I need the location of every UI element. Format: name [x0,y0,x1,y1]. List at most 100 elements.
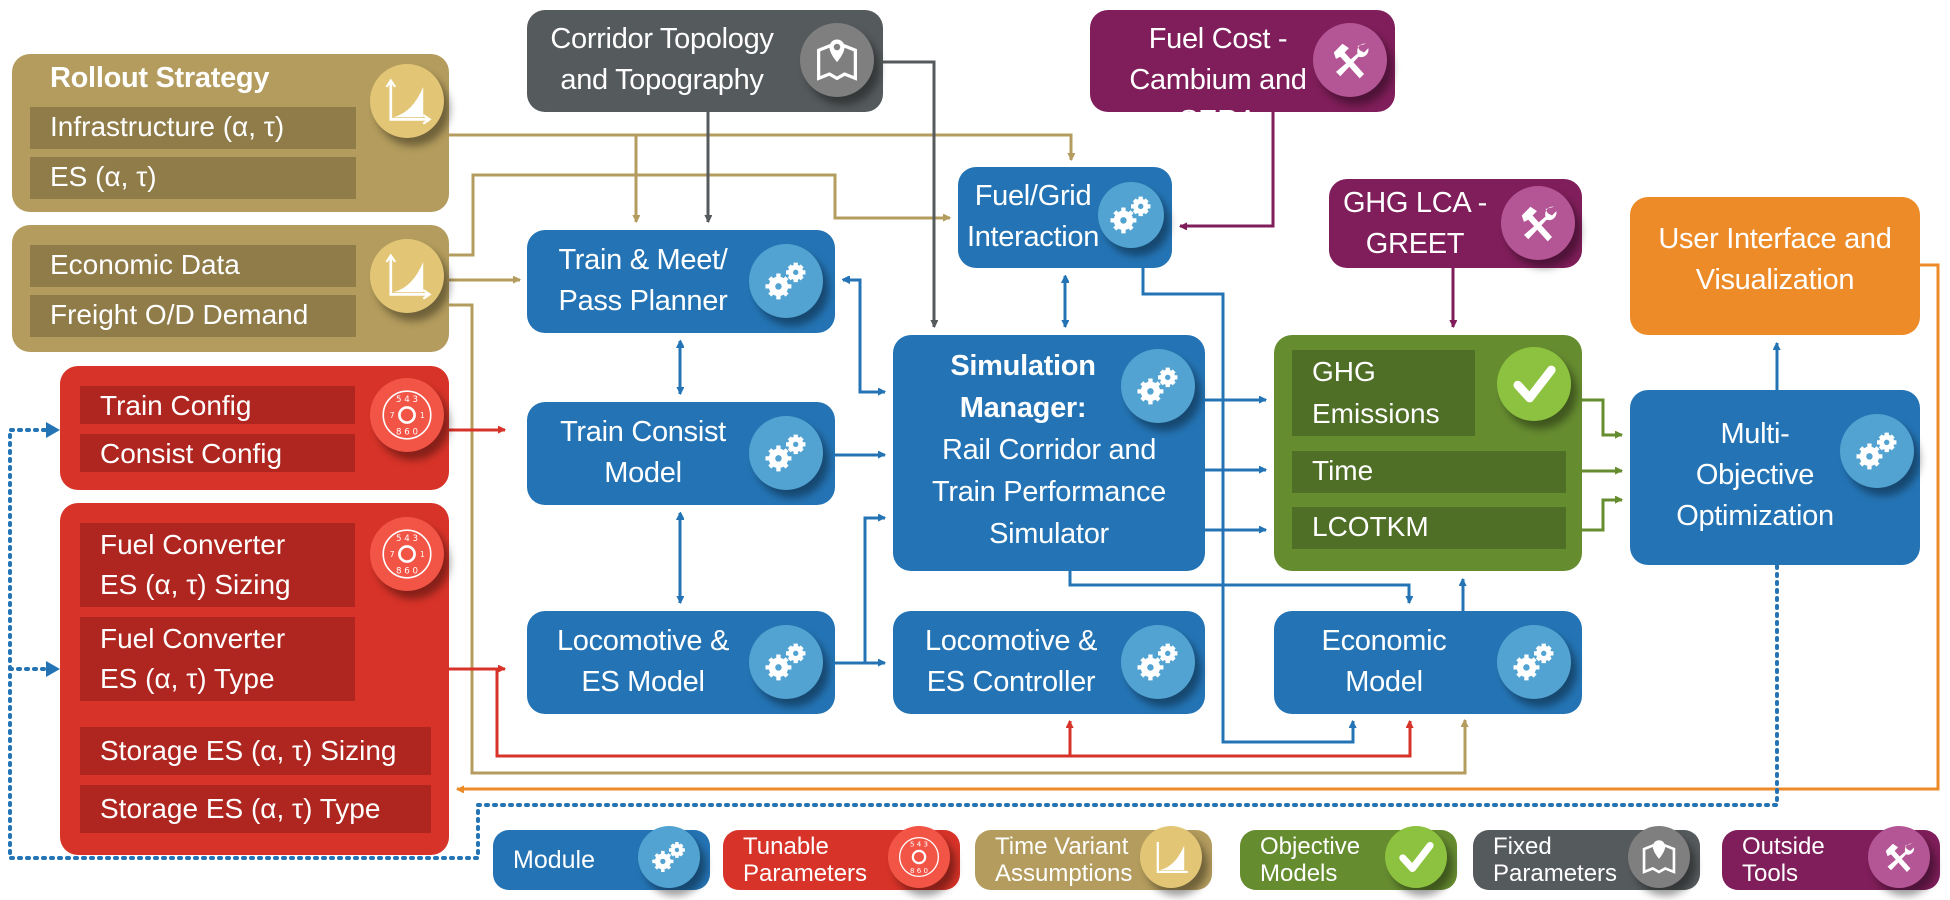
sim-manager-line3: Rail Corridor and [941,434,1157,466]
time-row: Time [1292,451,1566,493]
legend-objective: Objective Models [1240,826,1457,890]
gears-icon [1121,349,1195,423]
ui-line1: User Interface and [1658,223,1892,255]
train-meet-label: Train & Meet/ Pass Planner [533,240,753,322]
svg-text:8 6 0: 8 6 0 [396,427,418,437]
locomotive-es-model-box[interactable]: Locomotive & ES Model [527,611,835,714]
ghg-lca-box[interactable]: GHG LCA - GREET [1329,179,1582,268]
legend-fixed-label: Fixed Parameters [1493,833,1618,887]
multi-obj-line2: Objective [1695,459,1815,491]
economic-model-label: Economic Model [1284,621,1484,703]
legend-outside-label: Outside Tools [1742,833,1825,887]
checkmark-icon [1497,347,1571,421]
train-consist-label: Train Consist Model [533,412,753,494]
time-variant-graph-icon [370,239,444,313]
corridor-topology-label: Corridor Topology and Topography [537,19,787,101]
legend-objective-label: Objective Models [1260,833,1361,887]
train-meet-pass-planner-box[interactable]: Train & Meet/ Pass Planner [527,230,835,333]
train-consist-line2: Model [604,457,682,489]
legend-time-variant-label: Time Variant Assumptions [995,833,1133,887]
sim-manager-line2: Manager: [959,392,1087,424]
economic-data-row: Economic Data [30,245,356,287]
fuel-converter-sizing-line2: ES (α, τ) Sizing [100,569,291,600]
sim-manager-line5: Simulator [989,518,1109,550]
gears-icon [1098,182,1164,248]
economic-line2: Model [1345,666,1423,698]
gears-icon [749,416,823,490]
locomotive-es-controller-box[interactable]: Locomotive & ES Controller [893,611,1205,714]
svg-text:1: 1 [420,411,425,420]
ghg-lca-label: GHG LCA - GREET [1335,183,1495,265]
svg-text:8 6 0: 8 6 0 [910,866,928,875]
ghg-lca-line1: GHG LCA - [1343,187,1487,219]
corridor-topology-box[interactable]: Corridor Topology and Topography [527,10,883,112]
svg-text:5 4 3: 5 4 3 [396,395,418,405]
gears-icon [749,625,823,699]
fuel-converter-sizing-line1: Fuel Converter [100,529,286,560]
freight-demand-row: Freight O/D Demand [30,295,356,337]
loco-controller-label: Locomotive & ES Controller [901,621,1121,703]
ghg-emissions-row: GHG Emissions [1292,350,1475,436]
rollout-row-es: ES (α, τ) [30,157,356,199]
fuel-converter-type-row: Fuel Converter ES (α, τ) Type [80,617,355,701]
fuel-cost-line1: Fuel Cost - [1148,23,1288,55]
loco-model-line2: ES Model [581,666,705,698]
svg-text:5 4 3: 5 4 3 [396,534,418,544]
simulation-manager-box[interactable]: Simulation Manager: Rail Corridor and Tr… [893,335,1205,571]
loco-controller-line1: Locomotive & [924,625,1098,657]
fuel-converter-config-box[interactable]: Fuel Converter ES (α, τ) Sizing Fuel Con… [60,503,449,855]
rollout-strategy-box[interactable]: Rollout Strategy Infrastructure (α, τ) E… [12,54,449,212]
consist-config-row: Consist Config [80,434,355,472]
storage-type-row: Storage ES (α, τ) Type [80,785,431,833]
train-config-row: Train Config [80,386,355,424]
multi-obj-line1: Multi- [1720,418,1790,450]
fuel-converter-type-line1: Fuel Converter [100,623,286,654]
loco-model-label: Locomotive & ES Model [533,621,753,703]
tunable-dial-icon: 5 4 3 8 6 07 1 [370,378,444,452]
user-interface-box[interactable]: User Interface and Visualization [1630,197,1920,335]
sim-manager-label: Simulation Manager: [903,345,1143,429]
corridor-line1: Corridor Topology [550,23,774,55]
economic-model-box[interactable]: Economic Model [1274,611,1582,714]
fuel-grid-label: Fuel/Grid Interaction [958,176,1108,258]
svg-text:8 6 0: 8 6 0 [396,566,418,576]
fuel-grid-interaction-box[interactable]: Fuel/Grid Interaction [958,167,1172,268]
legend-time-variant: Time Variant Assumptions [975,826,1212,890]
multi-objective-optimization-box[interactable]: Multi- Objective Optimization [1630,390,1920,565]
fuel-cost-label: Fuel Cost - Cambium and SERA [1098,19,1338,142]
fuel-cost-box[interactable]: Fuel Cost - Cambium and SERA [1090,10,1395,137]
sim-manager-sublabel: Rail Corridor and Train Performance Simu… [893,429,1205,555]
wire-ghg-to-multiobj [1582,398,1622,435]
fuel-grid-line1: Fuel/Grid [974,180,1092,212]
fuel-converter-sizing-row: Fuel Converter ES (α, τ) Sizing [80,523,355,607]
time-variant-graph-icon [370,64,444,138]
gears-icon [1840,414,1914,488]
legend-fixed: Fixed Parameters [1473,826,1700,890]
gears-icon [1497,625,1571,699]
wire-loco-simmgr [863,518,885,663]
wire-trainmeet-simmgr [843,280,885,392]
ghg-line2: Emissions [1312,398,1440,429]
svg-text:1: 1 [420,550,425,559]
wire-simmgr-to-economic [1068,571,1409,603]
train-meet-line1: Train & Meet/ [558,244,728,276]
train-config-box[interactable]: Train Config Consist Config 5 4 3 8 6 07 1 [60,366,449,490]
storage-sizing-row: Storage ES (α, τ) Sizing [80,727,431,775]
ghg-line1: GHG [1312,356,1376,387]
legend-outside: Outside Tools [1722,826,1940,890]
time-variant-graph-icon [1140,826,1202,888]
legend-module-label: Module [513,845,595,874]
sim-manager-line4: Train Performance [932,476,1166,508]
multi-objective-label: Multi- Objective Optimization [1630,414,1880,537]
train-consist-model-box[interactable]: Train Consist Model [527,402,835,505]
wire-rollout-to-fuelgrid [449,133,1071,160]
train-meet-line2: Pass Planner [558,285,728,317]
legend-module: Module [493,826,710,890]
gears-icon [638,826,700,888]
svg-text:5 4 3: 5 4 3 [910,839,928,848]
ghg-lca-line2: GREET [1365,228,1465,260]
economic-data-box[interactable]: Economic Data Freight O/D Demand [12,225,449,352]
economic-line1: Economic [1321,625,1447,657]
legend-tunable: Tunable Parameters 5 4 3 8 6 0 [723,826,960,890]
objectives-box[interactable]: GHG Emissions Time LCOTKM [1274,335,1582,571]
